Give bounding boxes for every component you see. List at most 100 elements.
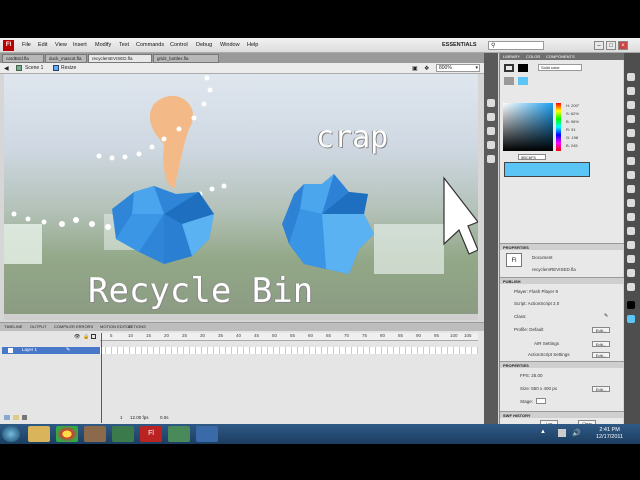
tab-library[interactable]: LIBRARY <box>503 54 520 59</box>
menu-window[interactable]: Window <box>220 42 240 48</box>
stroke-color-icon[interactable] <box>504 64 514 72</box>
lock-icon[interactable]: 🔒 <box>83 334 89 340</box>
tab-document[interactable]: duck_mascot.fla <box>45 54 87 63</box>
stage-color-swatch[interactable] <box>536 398 546 404</box>
tab-color[interactable]: COLOR <box>526 54 540 59</box>
fill-bucket-icon[interactable] <box>504 77 514 85</box>
saturation-field[interactable]: S: 62% <box>566 111 579 116</box>
fps-field[interactable]: FPS: 25.00 <box>520 373 543 378</box>
edit-scene-icon[interactable]: ▣ <box>412 65 418 72</box>
selection-tool-icon[interactable] <box>627 73 635 81</box>
fill-color-swatch[interactable] <box>518 64 528 72</box>
tab-document[interactable]: cardBird.fla <box>2 54 44 63</box>
blue-field[interactable]: B: 245 <box>566 143 578 148</box>
edit-profile-button[interactable]: Edit... <box>592 327 610 333</box>
zoom-select[interactable]: 800% ▾ <box>436 64 480 72</box>
system-clock[interactable]: 2:41 PM 12/17/2011 <box>596 427 623 441</box>
new-folder-icon[interactable] <box>13 415 19 420</box>
tab-output[interactable]: OUTPUT <box>30 324 46 329</box>
rectangle-tool-icon[interactable] <box>627 171 635 179</box>
menu-commands[interactable]: Commands <box>136 42 164 48</box>
flash-taskbar-icon[interactable]: Fl <box>140 426 162 442</box>
layer-name[interactable]: Layer 1 <box>22 347 37 352</box>
free-transform-tool-icon[interactable] <box>627 101 635 109</box>
app-icon[interactable] <box>112 426 134 442</box>
chrome-icon[interactable] <box>56 426 78 442</box>
new-layer-icon[interactable] <box>4 415 10 420</box>
info-icon[interactable] <box>487 127 495 135</box>
pencil-tool-icon[interactable] <box>627 185 635 193</box>
help-search-input[interactable]: ⚲ <box>488 41 544 50</box>
eyedropper-tool-icon[interactable] <box>627 241 635 249</box>
start-button[interactable] <box>2 426 20 442</box>
tab-document-active[interactable]: recyclemEVISED.fla <box>88 54 152 63</box>
color-type-select[interactable]: Solid color <box>538 64 582 71</box>
eraser-tool-icon[interactable] <box>627 255 635 263</box>
workspace-switcher[interactable]: ESSENTIALS <box>442 42 477 48</box>
swf-history-header[interactable]: SWF HISTORY <box>500 411 624 418</box>
maximize-button[interactable]: □ <box>606 41 616 50</box>
layer-frames[interactable] <box>100 347 478 354</box>
text-tool-icon[interactable] <box>627 143 635 151</box>
swatches-icon[interactable] <box>487 113 495 121</box>
line-tool-icon[interactable] <box>627 157 635 165</box>
stage-scrollbar[interactable] <box>4 314 478 320</box>
menu-control[interactable]: Control <box>170 42 188 48</box>
outline-icon[interactable] <box>91 334 96 339</box>
align-icon[interactable] <box>487 141 495 149</box>
subselection-tool-icon[interactable] <box>627 87 635 95</box>
fill-color-tool-icon[interactable] <box>627 315 635 323</box>
bone-tool-icon[interactable] <box>627 213 635 221</box>
fill-color-swatch-active[interactable] <box>518 77 528 85</box>
symbol-breadcrumb[interactable]: Resize <box>61 65 76 71</box>
stage-canvas[interactable]: crap Recycle Bin <box>4 74 478 320</box>
frame-ruler[interactable]: 5 10 15 20 25 30 35 40 45 50 55 60 65 70… <box>100 333 478 341</box>
red-field[interactable]: R: 91 <box>566 127 576 132</box>
playhead[interactable] <box>101 333 102 423</box>
tray-up-arrow-icon[interactable]: ▲ <box>540 429 546 435</box>
minimize-button[interactable]: – <box>594 41 604 50</box>
scene-breadcrumb[interactable]: Scene 1 <box>25 65 43 71</box>
app-icon[interactable] <box>196 426 218 442</box>
close-button[interactable]: × <box>618 41 628 50</box>
menu-edit[interactable]: Edit <box>38 42 47 48</box>
hex-input[interactable]: 5BC6F5 <box>518 154 546 160</box>
trash-icon[interactable] <box>22 415 27 420</box>
color-picker-field[interactable] <box>503 103 553 151</box>
pen-tool-icon[interactable] <box>627 129 635 137</box>
paint-bucket-tool-icon[interactable] <box>627 227 635 235</box>
edit-symbol-icon[interactable]: ❖ <box>424 65 429 72</box>
edit-actionscript-button[interactable]: Edit... <box>592 352 610 358</box>
brightness-field[interactable]: B: 96% <box>566 119 579 124</box>
pencil-icon[interactable]: ✎ <box>604 313 608 319</box>
stroke-color-tool-icon[interactable] <box>627 301 635 309</box>
menu-help[interactable]: Help <box>247 42 258 48</box>
hue-slider[interactable] <box>556 103 561 151</box>
eye-icon[interactable]: 👁 <box>74 334 80 340</box>
green-field[interactable]: G: 198 <box>566 135 578 140</box>
edit-air-button[interactable]: Edit... <box>592 341 610 347</box>
tab-timeline[interactable]: TIMELINE <box>4 324 22 329</box>
transform-icon[interactable] <box>487 155 495 163</box>
tab-components[interactable]: COMPONENTS <box>546 54 575 59</box>
menu-debug[interactable]: Debug <box>196 42 212 48</box>
hand-tool-icon[interactable] <box>627 269 635 277</box>
menu-view[interactable]: View <box>55 42 67 48</box>
menu-insert[interactable]: Insert <box>73 42 87 48</box>
explorer-icon[interactable] <box>28 426 50 442</box>
brush-tool-icon[interactable] <box>627 199 635 207</box>
tab-compiler-errors[interactable]: COMPILER ERRORS <box>54 324 93 329</box>
menu-modify[interactable]: Modify <box>95 42 111 48</box>
zoom-tool-icon[interactable] <box>627 283 635 291</box>
app-icon[interactable] <box>84 426 106 442</box>
lasso-tool-icon[interactable] <box>627 115 635 123</box>
publish-header[interactable]: PUBLISH <box>500 277 624 284</box>
edit-size-button[interactable]: Edit... <box>592 386 610 392</box>
hue-field[interactable]: H: 200° <box>566 103 579 108</box>
document-properties-header[interactable]: PROPERTIES <box>500 361 624 368</box>
volume-icon[interactable]: 🔊 <box>572 429 581 437</box>
back-arrow-icon[interactable]: ◀ <box>4 65 9 72</box>
tab-actions[interactable]: ACTIONS <box>128 324 146 329</box>
network-icon[interactable] <box>558 429 566 437</box>
app-icon[interactable] <box>168 426 190 442</box>
